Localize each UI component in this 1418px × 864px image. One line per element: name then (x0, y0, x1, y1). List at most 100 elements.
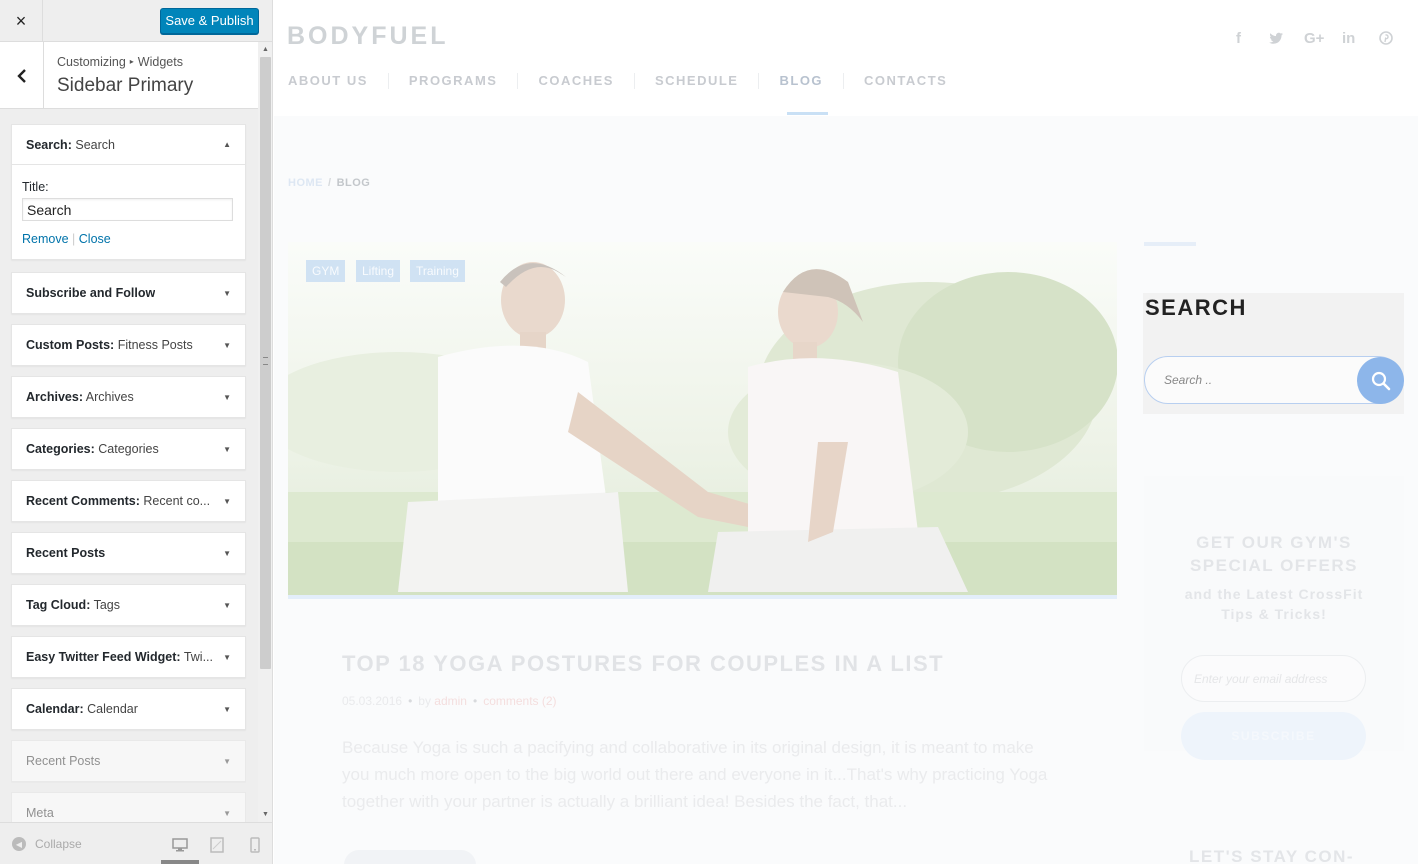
expand-arrow-icon[interactable]: ▼ (223, 601, 231, 610)
post-author[interactable]: admin (434, 694, 467, 708)
tablet-preview-icon[interactable] (209, 837, 225, 853)
widget-recent-comments[interactable]: Recent Comments: Recent co... ▼ (11, 480, 246, 522)
post-comments[interactable]: comments (2) (483, 694, 556, 708)
close-link[interactable]: Close (79, 232, 111, 246)
widget-twitter-feed[interactable]: Easy Twitter Feed Widget: Twi... ▼ (11, 636, 246, 678)
widget-recent-posts[interactable]: Recent Posts ▼ (11, 532, 246, 574)
expand-arrow-icon[interactable]: ▼ (223, 705, 231, 714)
scroll-thumb[interactable] (260, 57, 271, 669)
nav-item-schedule[interactable]: SCHEDULE (655, 73, 739, 89)
expand-arrow-icon[interactable]: ▼ (223, 289, 231, 298)
twitter-icon[interactable] (1269, 32, 1284, 45)
newsletter-heading-line: SPECIAL OFFERS (1189, 556, 1359, 575)
save-publish-button[interactable]: Save & Publish (160, 8, 259, 34)
expand-arrow-icon[interactable]: ▼ (223, 393, 231, 402)
post-tag[interactable]: Training (410, 260, 465, 282)
crumb-arrow-icon: ▸ (129, 57, 134, 66)
title-input[interactable] (22, 198, 233, 221)
expand-arrow-icon[interactable]: ▼ (223, 549, 231, 558)
title-label: Title: (22, 180, 49, 194)
search-icon (1371, 371, 1390, 390)
newsletter-email-input[interactable]: Enter your email address (1181, 655, 1366, 702)
expand-arrow-icon[interactable]: ▼ (223, 653, 231, 662)
site-logo[interactable]: BODYFUEL (287, 22, 449, 51)
widget-categories[interactable]: Categories: Categories ▼ (11, 428, 246, 470)
sidebar-search-widget: SEARCH Search .. (1143, 293, 1404, 414)
read-more-button[interactable] (344, 850, 476, 864)
customizer-footer: ◀ Collapse (0, 822, 272, 864)
post-by: by (418, 694, 431, 708)
widget-custom-posts[interactable]: Custom Posts: Fitness Posts ▼ (11, 324, 246, 366)
collapse-icon: ◀ (12, 837, 26, 851)
linkedin-icon[interactable]: in (1342, 30, 1355, 47)
collapse-button[interactable]: ◀ Collapse (12, 837, 82, 851)
breadcrumb: Customizing ▸ Widgets (57, 55, 183, 69)
nav-item-coaches[interactable]: COACHES (538, 73, 614, 89)
section-header: Customizing ▸ Widgets Sidebar Primary (0, 42, 258, 109)
nav-divider (387, 73, 389, 89)
search-placeholder: Search .. (1164, 373, 1213, 387)
sidebar-accent-bar (1144, 242, 1196, 246)
back-button[interactable] (0, 42, 44, 109)
widget-tag-cloud[interactable]: Tag Cloud: Tags ▼ (11, 584, 246, 626)
nav-divider (633, 73, 635, 89)
search-widget-title: SEARCH (1145, 295, 1247, 320)
mobile-preview-icon[interactable] (247, 837, 263, 853)
nav-item-contacts[interactable]: CONTACTS (864, 73, 947, 89)
widget-title: Recent co... (143, 494, 211, 508)
widget-subscribe-follow[interactable]: Subscribe and Follow ▼ (11, 272, 246, 314)
breadcrumb-separator: / (328, 177, 332, 189)
post-title[interactable]: TOP 18 YOGA POSTURES FOR COUPLES IN A LI… (342, 651, 944, 677)
nav-item-blog[interactable]: BLOG (779, 73, 823, 89)
widget-archives[interactable]: Archives: Archives ▼ (11, 376, 246, 418)
widget-type: Custom Posts (26, 338, 111, 352)
search-button[interactable] (1357, 357, 1404, 404)
widget-title: Fitness Posts (117, 338, 193, 352)
grip-icon (263, 357, 268, 365)
widget-search: Search: Search ▲ Title: Remove | Close (11, 124, 246, 260)
site-header: BODYFUEL ABOUT US PROGRAMS COACHES SCHED… (274, 0, 1418, 116)
newsletter-subheading: and the Latest CrossFit Tips & Tricks! (1144, 584, 1404, 624)
expand-arrow-icon[interactable]: ▼ (223, 445, 231, 454)
newsletter-sub-line: and the Latest CrossFit (1184, 586, 1364, 602)
facebook-icon[interactable]: f (1236, 30, 1241, 47)
widget-form: Title: Remove | Close (12, 165, 245, 246)
scroll-down-arrow-icon[interactable]: ▼ (258, 807, 272, 822)
widget-calendar[interactable]: Calendar: Calendar ▼ (11, 688, 246, 730)
widget-type: Recent Posts (26, 754, 101, 768)
expand-arrow-icon[interactable]: ▼ (223, 341, 231, 350)
nav-item-about[interactable]: ABOUT US (288, 73, 368, 89)
pinterest-icon[interactable] (1379, 31, 1393, 45)
close-customizer-button[interactable]: × (0, 0, 43, 42)
widget-type: Subscribe and Follow (26, 286, 156, 300)
image-accent-bar (288, 595, 1117, 599)
desktop-preview-icon[interactable] (172, 837, 188, 853)
expand-arrow-icon[interactable]: ▼ (223, 809, 231, 818)
remove-link[interactable]: Remove (22, 232, 69, 246)
scroll-up-arrow-icon[interactable]: ▲ (258, 42, 272, 57)
breadcrumb-home[interactable]: HOME (288, 177, 323, 189)
google-plus-icon[interactable]: G+ (1304, 30, 1324, 47)
stay-connected-heading: LET'S STAY CON- (1189, 847, 1355, 864)
widget-type: Categories (26, 442, 91, 456)
widget-title: Twi... (183, 650, 213, 664)
post-featured-image[interactable] (288, 242, 1117, 599)
expand-arrow-icon[interactable]: ▼ (223, 497, 231, 506)
expand-arrow-icon[interactable]: ▼ (223, 757, 231, 766)
panel-scrollbar[interactable]: ▲ ▼ (258, 42, 272, 822)
email-placeholder: Enter your email address (1194, 672, 1328, 686)
sidebar-search-field[interactable]: Search .. (1144, 356, 1404, 404)
widget-header[interactable]: Search: Search ▲ (12, 125, 245, 165)
nav-item-programs[interactable]: PROGRAMS (409, 73, 498, 89)
widget-title: Calendar (87, 702, 138, 716)
nav-divider (758, 73, 760, 89)
widget-title: Categories (98, 442, 159, 456)
widget-recent-posts-inactive[interactable]: Recent Posts ▼ (11, 740, 246, 782)
widget-type: Recent Posts (26, 546, 106, 560)
widget-actions: Remove | Close (22, 232, 235, 246)
post-tag[interactable]: GYM (306, 260, 346, 282)
subscribe-button[interactable]: SUBSCRIBE (1181, 712, 1366, 760)
post-tag[interactable]: Lifting (356, 260, 401, 282)
newsletter-heading-line: GET OUR GYM'S (1196, 533, 1352, 552)
collapse-arrow-icon[interactable]: ▲ (223, 140, 231, 149)
